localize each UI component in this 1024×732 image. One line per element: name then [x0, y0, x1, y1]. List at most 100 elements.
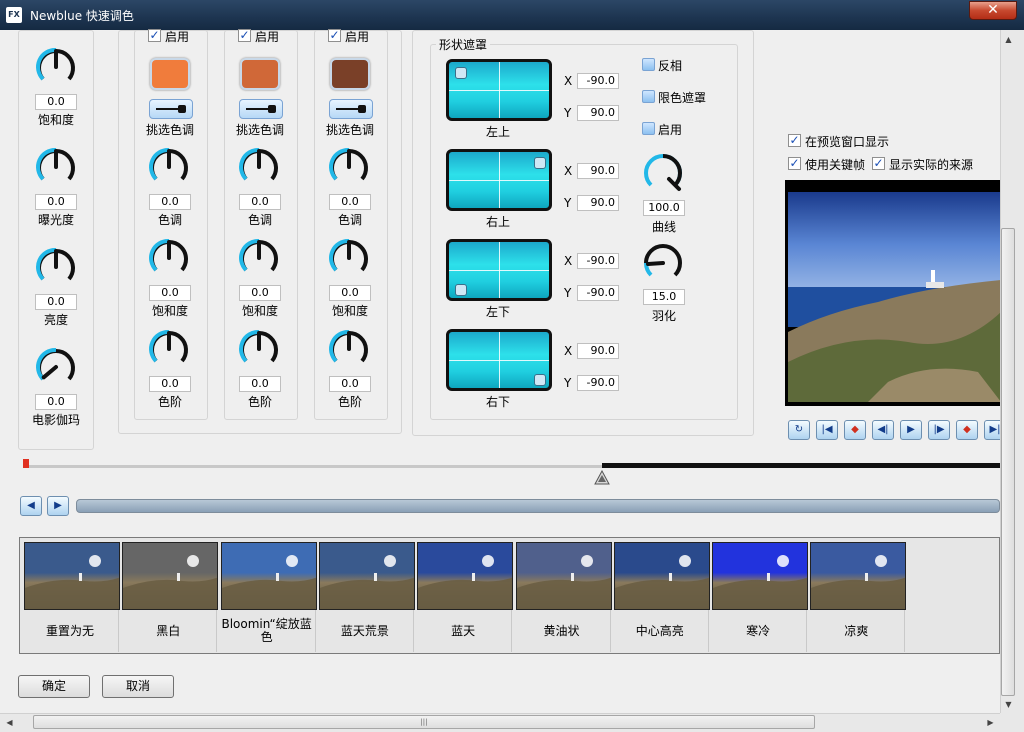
- color-swatch[interactable]: [240, 58, 280, 90]
- mask-corner-pad[interactable]: [446, 329, 552, 391]
- eyedropper-icon[interactable]: [149, 99, 193, 119]
- step-forward-icon[interactable]: |▶: [928, 420, 950, 440]
- color-group-enable-checkbox[interactable]: ✓: [238, 29, 251, 42]
- color-swatch[interactable]: [330, 58, 370, 90]
- corner-handle[interactable]: [534, 374, 546, 386]
- preset-label[interactable]: 中心高亮: [612, 610, 709, 652]
- scroll-up-arrow-icon[interactable]: ▲: [1001, 32, 1016, 47]
- size-grip[interactable]: [1000, 713, 1024, 732]
- cancel-button[interactable]: 取消: [102, 675, 174, 698]
- corner-x-field[interactable]: 90.0: [577, 343, 619, 359]
- knob-value[interactable]: 0.0: [149, 194, 191, 210]
- knob-value[interactable]: 0.0: [35, 294, 77, 310]
- knob-value[interactable]: 0.0: [35, 194, 77, 210]
- curve-value[interactable]: 100.0: [643, 200, 685, 216]
- knob-value[interactable]: 0.0: [239, 376, 281, 392]
- invert-checkbox[interactable]: [642, 58, 655, 71]
- preset-label[interactable]: 蓝天荒景: [317, 610, 414, 652]
- preset-label[interactable]: 黄油状: [514, 610, 611, 652]
- knob-value[interactable]: 0.0: [149, 285, 191, 301]
- adjust-knob[interactable]: [35, 346, 77, 388]
- scroll-left-arrow-icon[interactable]: ◀: [2, 715, 17, 730]
- step-back-icon[interactable]: ◀|: [872, 420, 894, 440]
- adjust-knob[interactable]: [35, 46, 77, 88]
- preset-thumbnail[interactable]: [24, 542, 120, 610]
- color-knob[interactable]: [148, 328, 190, 370]
- adjust-knob[interactable]: [35, 246, 77, 288]
- show-actual-source-checkbox[interactable]: ✓: [872, 157, 885, 170]
- knob-value[interactable]: 0.0: [149, 376, 191, 392]
- curve-knob[interactable]: [642, 152, 684, 194]
- preset-label[interactable]: 蓝天: [415, 610, 513, 652]
- knob-value[interactable]: 0.0: [239, 194, 281, 210]
- color-knob[interactable]: [148, 146, 190, 188]
- preset-label[interactable]: 寒冷: [710, 610, 808, 652]
- color-knob[interactable]: [238, 328, 280, 370]
- scroll-down-arrow-icon[interactable]: ▼: [1001, 697, 1016, 712]
- vertical-scroll-thumb[interactable]: [1001, 228, 1015, 696]
- timeline-scroll-bar[interactable]: [76, 499, 1000, 513]
- preset-thumbnail[interactable]: [613, 542, 710, 610]
- feather-value[interactable]: 15.0: [643, 289, 685, 305]
- horizontal-scroll-thumb[interactable]: |||: [33, 715, 815, 729]
- mask-enable-checkbox[interactable]: [642, 122, 655, 135]
- corner-y-field[interactable]: -90.0: [577, 375, 619, 391]
- corner-y-field[interactable]: 90.0: [577, 195, 619, 211]
- adjust-knob[interactable]: [35, 146, 77, 188]
- corner-handle[interactable]: [534, 157, 546, 169]
- color-group-enable-checkbox[interactable]: ✓: [148, 29, 161, 42]
- preset-thumbnail[interactable]: [122, 542, 219, 610]
- knob-value[interactable]: 0.0: [35, 394, 77, 410]
- preset-label[interactable]: 凉爽: [808, 610, 906, 652]
- preset-thumbnail[interactable]: [220, 542, 317, 610]
- knob-value[interactable]: 0.0: [35, 94, 77, 110]
- show-in-preview-checkbox[interactable]: ✓: [788, 134, 801, 147]
- corner-x-field[interactable]: -90.0: [577, 253, 619, 269]
- next-keyframe-icon[interactable]: ◆: [956, 420, 978, 440]
- preset-thumbnail[interactable]: [712, 542, 809, 610]
- knob-value[interactable]: 0.0: [329, 285, 371, 301]
- eyedropper-icon[interactable]: [329, 99, 373, 119]
- corner-y-field[interactable]: -90.0: [577, 285, 619, 301]
- eyedropper-icon[interactable]: [239, 99, 283, 119]
- preset-thumbnail[interactable]: [810, 542, 907, 610]
- playhead-marker[interactable]: [23, 459, 29, 468]
- mask-corner-pad[interactable]: [446, 59, 552, 121]
- knob-value[interactable]: 0.0: [329, 376, 371, 392]
- corner-handle[interactable]: [455, 67, 467, 79]
- loop-icon[interactable]: ↻: [788, 420, 810, 440]
- knob-value[interactable]: 0.0: [239, 285, 281, 301]
- preset-thumbnail[interactable]: [515, 542, 612, 610]
- corner-x-field[interactable]: -90.0: [577, 73, 619, 89]
- preset-thumbnail[interactable]: [417, 542, 514, 610]
- prev-keyframe-icon[interactable]: ◆: [844, 420, 866, 440]
- go-start-icon[interactable]: |◀: [816, 420, 838, 440]
- preset-label[interactable]: Bloomin“绽放蓝色: [219, 610, 316, 652]
- corner-y-field[interactable]: 90.0: [577, 105, 619, 121]
- mask-corner-pad[interactable]: [446, 149, 552, 211]
- mask-corner-pad[interactable]: [446, 239, 552, 301]
- knob-value[interactable]: 0.0: [329, 194, 371, 210]
- preset-label[interactable]: 重置为无: [22, 610, 119, 652]
- scroll-right-arrow-icon[interactable]: ▶: [983, 715, 998, 730]
- corner-handle[interactable]: [455, 284, 467, 296]
- color-swatch[interactable]: [150, 58, 190, 90]
- color-knob[interactable]: [328, 328, 370, 370]
- color-knob[interactable]: [328, 237, 370, 279]
- ok-button[interactable]: 确定: [18, 675, 90, 698]
- color-group-enable-checkbox[interactable]: ✓: [328, 29, 341, 42]
- keyframe-slider-handle[interactable]: [594, 470, 610, 486]
- feather-knob[interactable]: [642, 242, 684, 284]
- color-knob[interactable]: [328, 146, 370, 188]
- preset-label[interactable]: 黑白: [120, 610, 218, 652]
- timeline-prev-button[interactable]: ◀: [20, 496, 42, 516]
- color-knob[interactable]: [238, 146, 280, 188]
- play-icon[interactable]: ▶: [900, 420, 922, 440]
- limit-color-mask-checkbox[interactable]: [642, 90, 655, 103]
- preset-thumbnail[interactable]: [318, 542, 415, 610]
- color-knob[interactable]: [238, 237, 280, 279]
- use-keyframes-checkbox[interactable]: ✓: [788, 157, 801, 170]
- corner-x-field[interactable]: 90.0: [577, 163, 619, 179]
- timeline-next-button[interactable]: ▶: [47, 496, 69, 516]
- color-knob[interactable]: [148, 237, 190, 279]
